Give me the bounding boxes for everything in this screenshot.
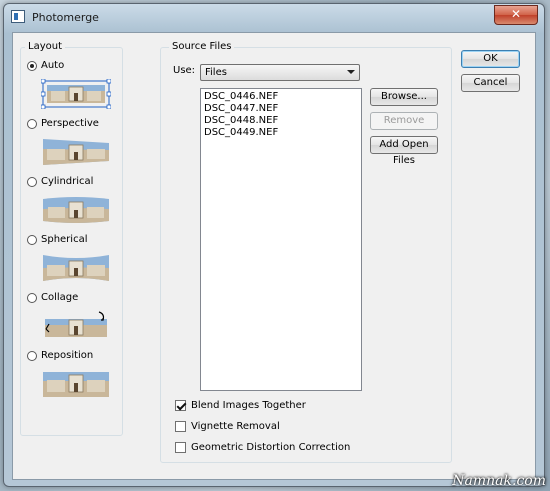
geometric-distortion-checkbox[interactable] bbox=[175, 442, 186, 453]
perspective-thumbnail-icon[interactable] bbox=[41, 137, 111, 167]
use-label: Use: bbox=[173, 65, 196, 76]
remove-button[interactable]: Remove bbox=[370, 112, 438, 130]
layout-group: Layout Auto Perspective Cylindrical Sphe… bbox=[20, 41, 123, 436]
file-list-item[interactable]: DSC_0449.NEF bbox=[201, 127, 361, 139]
site-watermark: Namnak.com bbox=[452, 473, 546, 489]
file-list-item[interactable]: DSC_0447.NEF bbox=[201, 103, 361, 115]
reposition-thumbnail-icon[interactable] bbox=[41, 369, 111, 399]
file-list-item[interactable]: DSC_0446.NEF bbox=[201, 91, 361, 103]
geometric-distortion-label: Geometric Distortion Correction bbox=[191, 442, 351, 453]
use-select[interactable]: Files bbox=[200, 64, 360, 81]
file-list-item[interactable]: DSC_0448.NEF bbox=[201, 115, 361, 127]
source-files-group: Source Files Use: Files DSC_0446.NEF DSC… bbox=[160, 41, 452, 463]
perspective-label: Perspective bbox=[41, 118, 99, 129]
title-bar[interactable]: Photomerge ✕ bbox=[4, 4, 544, 30]
photomerge-app-icon bbox=[11, 10, 25, 23]
layout-option-cylindrical[interactable]: Cylindrical bbox=[27, 176, 93, 187]
chevron-down-icon bbox=[347, 70, 355, 74]
layout-option-spherical[interactable]: Spherical bbox=[27, 234, 87, 245]
dialog-body: Layout Auto Perspective Cylindrical Sphe… bbox=[12, 32, 536, 480]
auto-thumbnail-icon[interactable] bbox=[41, 79, 111, 109]
cylindrical-radio[interactable] bbox=[27, 176, 37, 187]
perspective-radio[interactable] bbox=[27, 118, 37, 129]
vignette-removal-checkbox[interactable] bbox=[175, 421, 186, 432]
file-list[interactable]: DSC_0446.NEF DSC_0447.NEF DSC_0448.NEF D… bbox=[200, 88, 362, 391]
vignette-removal-label: Vignette Removal bbox=[191, 421, 280, 432]
layout-option-auto[interactable]: Auto bbox=[27, 60, 64, 71]
browse-button[interactable]: Browse... bbox=[370, 88, 438, 106]
source-files-legend: Source Files bbox=[169, 41, 235, 52]
cylindrical-thumbnail-icon[interactable] bbox=[41, 195, 111, 225]
blend-images-option[interactable]: Blend Images Together bbox=[175, 400, 306, 411]
spherical-radio[interactable] bbox=[27, 234, 37, 245]
add-open-files-button[interactable]: Add Open Files bbox=[370, 136, 438, 166]
ok-button[interactable]: OK bbox=[461, 50, 520, 68]
reposition-label: Reposition bbox=[41, 350, 94, 361]
photomerge-window: Photomerge ✕ Layout Auto Perspective Cyl… bbox=[3, 3, 545, 487]
blend-images-label: Blend Images Together bbox=[191, 400, 306, 411]
blend-images-checkbox[interactable] bbox=[175, 400, 186, 411]
spherical-label: Spherical bbox=[41, 234, 88, 245]
layout-option-collage[interactable]: Collage bbox=[27, 292, 78, 303]
vignette-removal-option[interactable]: Vignette Removal bbox=[175, 421, 280, 432]
use-select-value: Files bbox=[205, 67, 227, 78]
window-title: Photomerge bbox=[32, 11, 99, 24]
spherical-thumbnail-icon[interactable] bbox=[41, 253, 111, 283]
cancel-button[interactable]: Cancel bbox=[461, 74, 520, 92]
auto-radio[interactable] bbox=[27, 60, 37, 71]
layout-option-perspective[interactable]: Perspective bbox=[27, 118, 99, 129]
auto-label: Auto bbox=[41, 60, 65, 71]
geometric-distortion-option[interactable]: Geometric Distortion Correction bbox=[175, 442, 350, 453]
reposition-radio[interactable] bbox=[27, 350, 37, 361]
cylindrical-label: Cylindrical bbox=[41, 176, 94, 187]
layout-option-reposition[interactable]: Reposition bbox=[27, 350, 93, 361]
close-button[interactable]: ✕ bbox=[494, 5, 538, 25]
collage-thumbnail-icon[interactable] bbox=[41, 310, 111, 340]
collage-label: Collage bbox=[41, 292, 79, 303]
layout-legend: Layout bbox=[25, 41, 65, 52]
collage-radio[interactable] bbox=[27, 292, 37, 303]
